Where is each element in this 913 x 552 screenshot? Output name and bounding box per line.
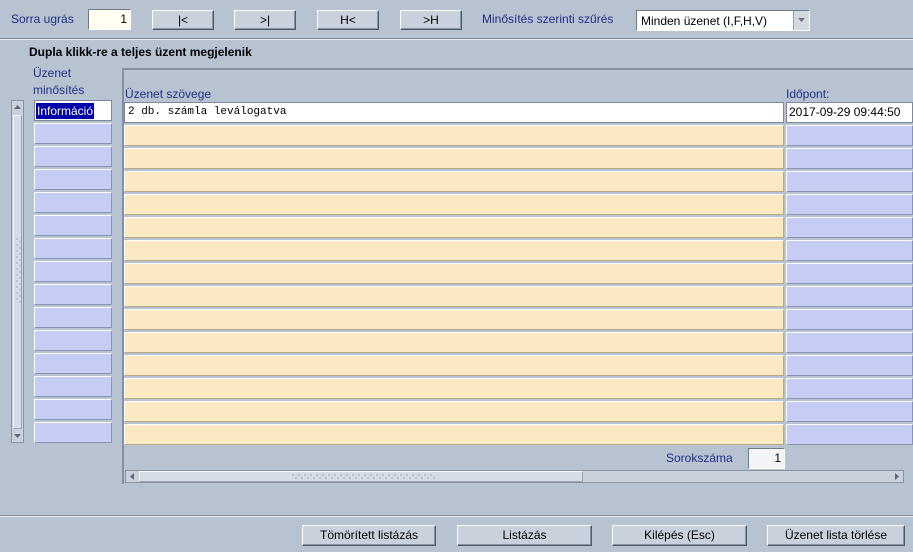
message-text-cell[interactable] [124, 401, 784, 422]
last-record-button[interactable]: >| [234, 10, 296, 30]
bottom-divider [0, 515, 913, 517]
message-text-cell[interactable] [124, 286, 784, 307]
message-text-cell[interactable] [124, 194, 784, 215]
rating-cell[interactable] [34, 192, 112, 213]
prev-page-button[interactable]: H< [317, 10, 379, 30]
rating-cell[interactable] [34, 422, 112, 443]
message-text-cell[interactable] [124, 125, 784, 146]
time-cell[interactable] [786, 309, 913, 330]
toolbar-divider [0, 38, 913, 40]
time-cell[interactable]: 2017-09-29 09:44:50 [786, 102, 913, 123]
rating-cell[interactable] [34, 169, 112, 190]
message-text-cell[interactable] [124, 309, 784, 330]
rating-cell[interactable] [34, 146, 112, 167]
rating-cell[interactable] [34, 330, 112, 351]
time-cell[interactable] [786, 125, 913, 146]
rating-cell[interactable] [34, 238, 112, 259]
row-count-label: Sorokszáma [666, 451, 733, 465]
text-column-header: Üzenet szövege [125, 87, 212, 101]
time-cell[interactable] [786, 286, 913, 307]
rating-cell[interactable] [34, 307, 112, 328]
rating-cell[interactable]: Információ [34, 100, 112, 121]
rating-value: Információ [36, 103, 95, 119]
time-cell[interactable] [786, 424, 913, 445]
row-count-field: 1 [748, 448, 785, 469]
filter-label: Minősítés szerinti szűrés [482, 12, 614, 26]
rating-cell[interactable] [34, 215, 112, 236]
list-button[interactable]: Listázás [457, 525, 592, 546]
message-text-cell[interactable] [124, 240, 784, 261]
rating-column-header: Üzenet minősítés [33, 66, 85, 97]
time-cell[interactable] [786, 217, 913, 238]
vertical-scrollbar[interactable] [11, 100, 24, 443]
rating-cell[interactable] [34, 376, 112, 397]
scroll-up-icon[interactable] [12, 101, 23, 113]
message-text-cell[interactable] [124, 332, 784, 353]
time-cell[interactable] [786, 355, 913, 376]
time-cell[interactable] [786, 332, 913, 353]
scroll-down-icon[interactable] [12, 430, 23, 442]
scroll-thumb[interactable] [13, 115, 22, 429]
filter-select[interactable]: Minden üzenet (I,F,H,V) [636, 10, 810, 31]
time-cell[interactable] [786, 240, 913, 261]
message-text-cell[interactable] [124, 424, 784, 445]
time-cell[interactable] [786, 148, 913, 169]
rating-cell[interactable] [34, 123, 112, 144]
message-text-cell[interactable] [124, 263, 784, 284]
rating-cell[interactable] [34, 261, 112, 282]
rating-cell[interactable] [34, 399, 112, 420]
message-text-cell[interactable] [124, 148, 784, 169]
time-cell[interactable] [786, 378, 913, 399]
scroll-right-icon[interactable] [891, 471, 903, 482]
clear-message-list-button[interactable]: Üzenet lista törlése [767, 525, 905, 546]
time-cell[interactable] [786, 263, 913, 284]
rating-cell[interactable] [34, 353, 112, 374]
time-cell[interactable] [786, 401, 913, 422]
compressed-list-button[interactable]: Tömörített listázás [302, 525, 436, 546]
rating-cell[interactable] [34, 284, 112, 305]
chevron-down-icon[interactable] [793, 11, 809, 30]
horizontal-scroll-thumb[interactable] [139, 471, 583, 482]
time-column-header: Időpont: [786, 87, 830, 101]
first-record-button[interactable]: |< [152, 10, 214, 30]
message-text-cell[interactable] [124, 378, 784, 399]
message-text-cell[interactable] [124, 171, 784, 192]
filter-select-value: Minden üzenet (I,F,H,V) [641, 14, 768, 28]
time-cell[interactable] [786, 171, 913, 192]
message-text-cell[interactable] [124, 355, 784, 376]
message-text-cell[interactable]: 2 db. számla leválogatva [124, 102, 784, 123]
time-cell[interactable] [786, 194, 913, 215]
horizontal-scrollbar[interactable] [125, 470, 904, 483]
hint-text: Dupla klikk-re a teljes üzent megjelenik [29, 45, 252, 59]
jump-input[interactable]: 1 [88, 9, 131, 30]
next-page-button[interactable]: >H [400, 10, 462, 30]
exit-button[interactable]: Kilépés (Esc) [612, 525, 747, 546]
scroll-left-icon[interactable] [126, 471, 138, 482]
jump-label: Sorra ugrás [11, 12, 74, 26]
message-text-cell[interactable] [124, 217, 784, 238]
